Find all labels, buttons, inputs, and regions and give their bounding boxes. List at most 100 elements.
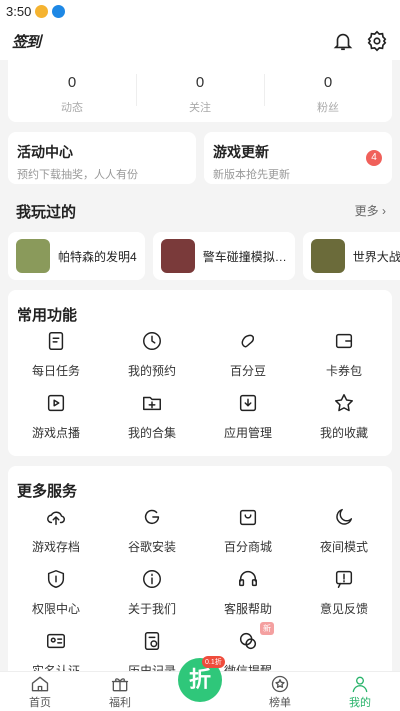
status-time: 3:50 — [6, 3, 32, 19]
shield-icon — [47, 570, 65, 588]
common-function-item-label: 我的合集 — [127, 426, 176, 440]
common-function-item[interactable]: 游戏点播 — [8, 392, 104, 450]
service-item[interactable]: 夜间模式 — [296, 506, 392, 564]
game-update-card[interactable]: 游戏更新 新版本抢先更新 4 — [204, 132, 392, 184]
tab-label: 我的 — [349, 697, 371, 709]
cloud-upload-icon — [47, 511, 65, 526]
service-item-label: 游戏存档 — [31, 540, 80, 554]
download-icon — [239, 394, 257, 412]
common-function-item[interactable]: 我的合集 — [104, 392, 200, 450]
common-function-item[interactable]: 每日任务 — [8, 330, 104, 388]
common-function-item-label: 百分豆 — [229, 364, 266, 378]
update-count-badge: 4 — [366, 150, 382, 166]
tab-ranking[interactable]: 榜单 — [240, 672, 320, 711]
common-function-item[interactable]: 我的预约 — [104, 330, 200, 388]
service-item-label: 权限中心 — [31, 602, 80, 616]
stat-label: 动态 — [61, 102, 83, 114]
common-function-item[interactable]: 应用管理 — [200, 392, 296, 450]
tab-profile[interactable]: 我的 — [320, 672, 400, 711]
more-services-section: 更多服务 游戏存档 谷歌安装 百分商城 夜间模式权限中心 关于我们 客服帮助 意见反馈实名认… — [8, 466, 392, 671]
played-section-title: 我玩过的 — [16, 204, 77, 221]
app-notification-icon — [35, 4, 49, 18]
profile-scroll-area[interactable]: 0 动态 0 关注 0 粉丝 活动中心 预约下载抽奖，人人有份 游戏更新 新版本抢先更… — [0, 60, 400, 671]
play-icon — [47, 394, 65, 412]
common-function-item-label: 应用管理 — [223, 426, 272, 440]
service-item[interactable]: 关于我们 — [104, 568, 200, 626]
service-item[interactable]: 谷歌安装 — [104, 506, 200, 564]
common-function-item[interactable]: 百分豆 — [200, 330, 296, 388]
promo-title: 活动中心 — [17, 144, 73, 160]
folder-add-icon — [143, 396, 161, 411]
common-function-item-label: 我的收藏 — [319, 426, 368, 440]
service-item[interactable]: 权限中心 — [8, 568, 104, 626]
ranking-icon — [271, 675, 289, 693]
service-item-label: 百分商城 — [223, 540, 272, 554]
service-item[interactable]: 意见反馈 — [296, 568, 392, 626]
stat-followers[interactable]: 0 粉丝 — [264, 60, 392, 122]
stat-value: 0 — [67, 74, 77, 91]
service-item-label: 谷歌安装 — [127, 540, 176, 554]
tab-label: 福利 — [109, 697, 131, 709]
stat-posts[interactable]: 0 动态 — [8, 60, 136, 122]
settings-icon[interactable] — [366, 30, 388, 52]
chevron-right-icon: › — [382, 204, 386, 218]
bean-icon — [241, 334, 255, 348]
game-name: 警车碰撞模拟… — [202, 249, 287, 264]
id-card-icon — [47, 633, 65, 649]
bottom-tab-bar: 首页 福利 折 0.1折 榜单 我的 — [0, 656, 400, 711]
sale-tag: 0.1折 — [202, 656, 225, 668]
new-tag: 新 — [260, 622, 274, 635]
moon-icon — [336, 508, 353, 525]
game-thumbnail — [310, 239, 345, 273]
promo-title: 游戏更新 — [213, 144, 269, 160]
more-label: 更多 — [354, 204, 379, 218]
service-item[interactable]: 百分商城 — [200, 506, 296, 564]
bell-icon[interactable] — [332, 30, 354, 52]
section-title: 更多服务 — [17, 483, 78, 500]
common-function-item[interactable]: 卡券包 — [296, 330, 392, 388]
stats-card: 0 动态 0 关注 0 粉丝 — [8, 60, 392, 122]
played-more-link[interactable]: 更多 › — [355, 202, 386, 219]
played-game-item[interactable]: 帕特森的发明4 — [8, 232, 145, 280]
common-function-item-label: 卡券包 — [325, 364, 362, 378]
service-item-label: 客服帮助 — [223, 602, 272, 616]
common-function-item-label: 游戏点播 — [31, 426, 80, 440]
played-games-list[interactable]: 帕特森的发明4 警车碰撞模拟… 世界大战1 — [8, 232, 400, 280]
service-item[interactable]: 实名认证 — [8, 630, 104, 671]
status-bar: 3:50 — [0, 0, 400, 22]
game-thumbnail — [160, 239, 195, 273]
tab-label: 首页 — [29, 697, 51, 709]
stat-value: 0 — [323, 74, 333, 91]
activity-center-card[interactable]: 活动中心 预约下载抽奖，人人有份 — [8, 132, 196, 184]
game-thumbnail — [16, 239, 50, 273]
info-icon — [143, 570, 161, 588]
daily-task-icon — [48, 332, 64, 350]
clock-icon — [143, 332, 161, 350]
app-notification-icon-2 — [52, 4, 66, 18]
history-icon — [144, 632, 160, 650]
common-function-item-label: 每日任务 — [31, 364, 80, 378]
service-item-label: 夜间模式 — [319, 540, 368, 554]
tab-gift[interactable]: 福利 — [80, 672, 160, 711]
wallet-icon — [335, 333, 353, 349]
stat-following[interactable]: 0 关注 — [136, 60, 264, 122]
wechat-icon — [239, 632, 257, 650]
service-item[interactable]: 游戏存档 — [8, 506, 104, 564]
service-item-label: 实名认证 — [31, 664, 80, 671]
common-function-item-label: 我的预约 — [127, 364, 176, 378]
played-game-item[interactable]: 世界大战1 — [302, 232, 400, 280]
signin-button[interactable]: 签到 — [12, 31, 41, 52]
common-function-item[interactable]: 我的收藏 — [296, 392, 392, 450]
tab-discount[interactable]: 折 0.1折 — [160, 656, 240, 711]
stat-label: 粉丝 — [317, 102, 339, 114]
promo-subtitle: 预约下载抽奖，人人有份 — [17, 169, 138, 181]
home-icon — [31, 676, 49, 692]
section-title: 常用功能 — [17, 307, 78, 324]
service-item[interactable]: 客服帮助 — [200, 568, 296, 626]
tab-home[interactable]: 首页 — [0, 672, 80, 711]
stat-value: 0 — [195, 74, 205, 91]
profile-icon — [352, 676, 368, 693]
played-game-item[interactable]: 警车碰撞模拟… — [152, 232, 295, 280]
feedback-icon — [335, 570, 353, 588]
promo-subtitle: 新版本抢先更新 — [213, 169, 290, 181]
